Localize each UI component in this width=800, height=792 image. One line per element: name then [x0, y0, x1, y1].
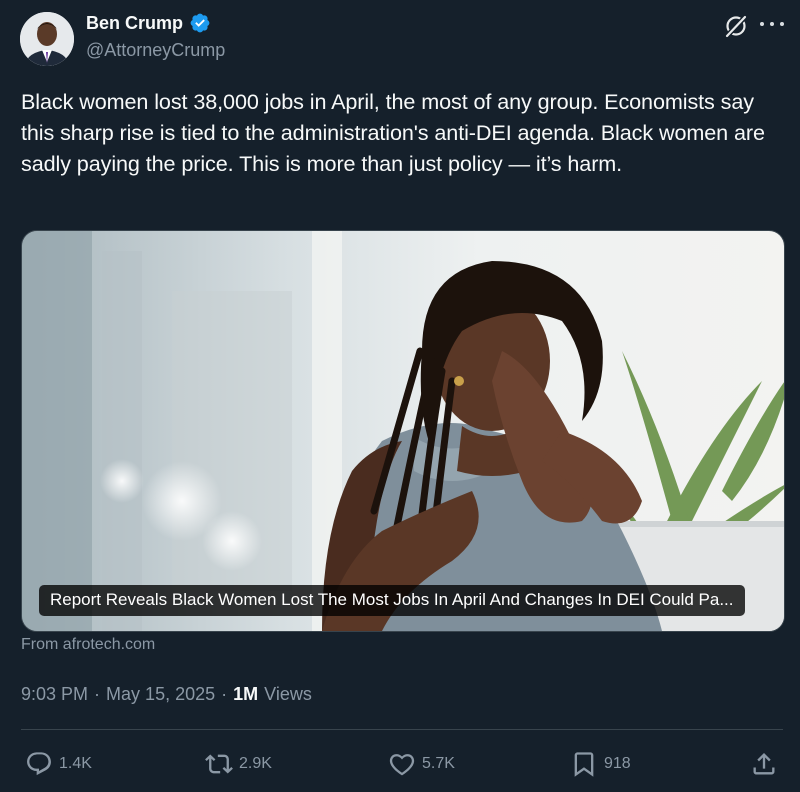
tweet-meta: 9:03 PM · May 15, 2025 · 1M Views: [21, 684, 312, 705]
author-display-name[interactable]: Ben Crump: [86, 13, 183, 34]
verified-badge-icon: [190, 13, 210, 33]
author-handle[interactable]: @AttorneyCrump: [86, 40, 225, 61]
link-card-source[interactable]: From afrotech.com: [21, 636, 155, 654]
meta-separator: ·: [94, 684, 101, 704]
heart-icon: [389, 754, 415, 776]
like-button[interactable]: 5.7K: [388, 744, 455, 784]
reply-icon: [27, 752, 51, 776]
more-icon[interactable]: [760, 16, 784, 32]
like-count: 5.7K: [422, 755, 455, 772]
link-card-image[interactable]: Report Reveals Black Women Lost The Most…: [21, 230, 785, 632]
bookmark-count: 918: [604, 755, 631, 772]
repost-button[interactable]: 2.9K: [205, 744, 272, 784]
repost-icon: [205, 754, 233, 774]
divider: [21, 729, 783, 730]
views-count: 1M: [233, 684, 259, 704]
action-bar: 1.4K 2.9K 5.7K 918: [0, 744, 800, 784]
avatar[interactable]: [20, 12, 74, 66]
author-name-row[interactable]: Ben Crump: [86, 12, 211, 34]
bookmark-icon: [574, 752, 594, 777]
link-card-caption: Report Reveals Black Women Lost The Most…: [39, 585, 745, 616]
reply-count: 1.4K: [59, 755, 92, 772]
grok-icon[interactable]: [722, 12, 750, 40]
article-photo: [22, 231, 784, 631]
tweet-time[interactable]: 9:03 PM: [21, 684, 88, 705]
views-label: Views: [264, 684, 312, 704]
tweet-text: Black women lost 38,000 jobs in April, t…: [21, 89, 765, 176]
repost-count: 2.9K: [239, 755, 272, 772]
reply-button[interactable]: 1.4K: [25, 744, 92, 784]
meta-separator: ·: [221, 684, 228, 704]
bookmark-button[interactable]: 918: [570, 744, 631, 784]
share-icon: [753, 753, 775, 775]
tweet-date[interactable]: May 15, 2025: [106, 684, 215, 705]
share-button[interactable]: [750, 744, 778, 784]
